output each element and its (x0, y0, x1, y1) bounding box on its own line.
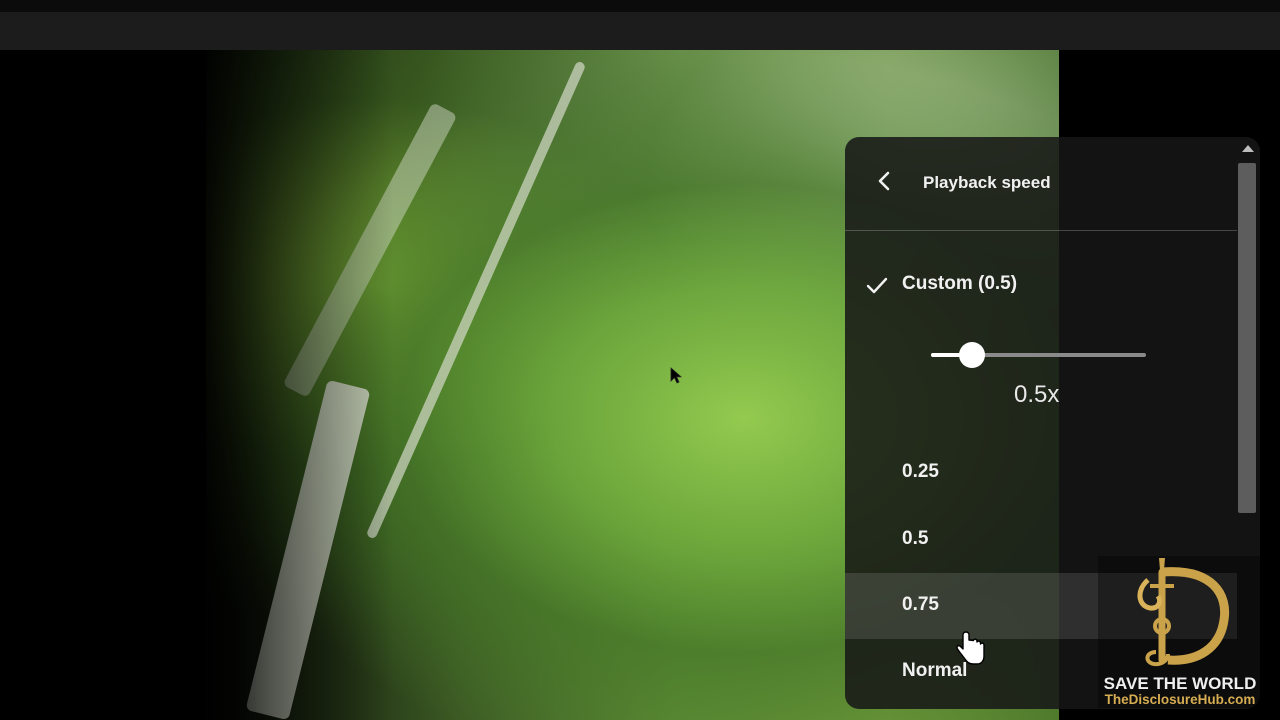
slider-thumb[interactable] (959, 342, 985, 368)
sword-letter-d-logo-icon (1137, 558, 1230, 667)
chevron-left-icon[interactable] (873, 169, 897, 193)
mouse-pointer-icon (670, 367, 683, 384)
scrollbar-thumb[interactable] (1238, 163, 1256, 513)
speed-option-label: 0.75 (902, 594, 939, 615)
hand-pointer-icon (956, 631, 985, 665)
menu-title: Playback speed (923, 173, 1051, 192)
watermark-slogan: SAVE THE WORLD (1103, 674, 1257, 693)
check-icon (866, 277, 888, 294)
speed-option-label: 0.25 (902, 461, 939, 482)
watermark-url: TheDisclosureHub.com (1104, 692, 1256, 707)
speed-readout: 0.5x (1014, 381, 1060, 408)
top-bar (0, 0, 1280, 50)
speed-option-0-25[interactable]: 0.25 (845, 440, 1237, 506)
menu-header: Playback speed (845, 137, 1237, 231)
custom-speed-slider[interactable] (931, 342, 1146, 368)
watermark: SAVE THE WORLD TheDisclosureHub.com (1098, 556, 1262, 708)
custom-speed-option[interactable]: Custom (0.5) (902, 273, 1017, 295)
speed-option-label: 0.5 (902, 528, 929, 549)
scroll-up-arrow-icon[interactable] (1242, 145, 1254, 152)
